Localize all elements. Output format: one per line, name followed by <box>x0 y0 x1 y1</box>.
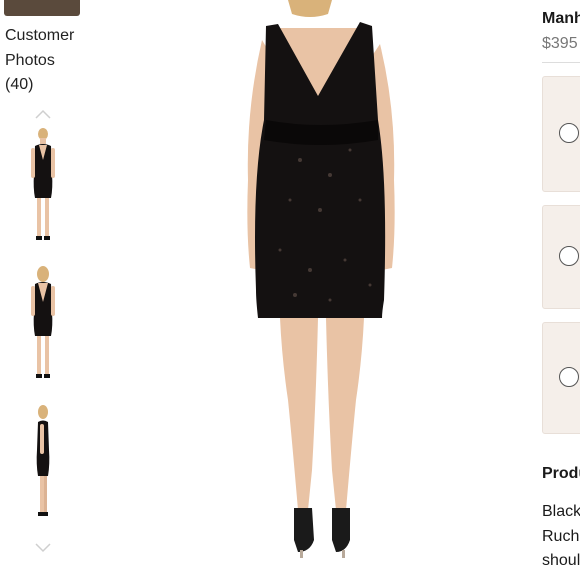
customer-photos-label-2: Photos <box>5 51 55 69</box>
description-line: shoul <box>542 552 580 569</box>
product-details-heading: Produ <box>542 465 580 482</box>
rental-option-radio-3[interactable] <box>559 367 579 387</box>
product-price: $395 <box>542 35 578 52</box>
customer-photos-label-1: Customer <box>5 27 75 44</box>
rental-option-card-1[interactable] <box>542 76 580 192</box>
divider <box>542 62 580 63</box>
rental-option-radio-2[interactable] <box>559 246 579 266</box>
customer-photos-link[interactable]: Customer Photos (40) <box>5 24 74 98</box>
product-description: Black Ruchi shoul <box>542 500 580 574</box>
product-name: Manh <box>542 10 580 27</box>
thumbnail-side[interactable] <box>18 400 68 522</box>
description-line: Black <box>542 503 580 520</box>
rental-option-card-3[interactable] <box>542 322 580 434</box>
thumbnail-front[interactable] <box>18 124 68 246</box>
chevron-up-icon[interactable] <box>34 108 52 120</box>
description-line: Ruchi <box>542 527 580 545</box>
customer-photos-count: (40) <box>5 76 34 93</box>
rental-option-card-2[interactable] <box>542 205 580 309</box>
customer-photo-thumbnail[interactable] <box>4 0 80 16</box>
main-product-image <box>170 0 490 580</box>
rental-option-radio-1[interactable] <box>559 123 579 143</box>
thumbnail-back[interactable] <box>18 262 68 384</box>
chevron-down-icon[interactable] <box>34 542 52 554</box>
